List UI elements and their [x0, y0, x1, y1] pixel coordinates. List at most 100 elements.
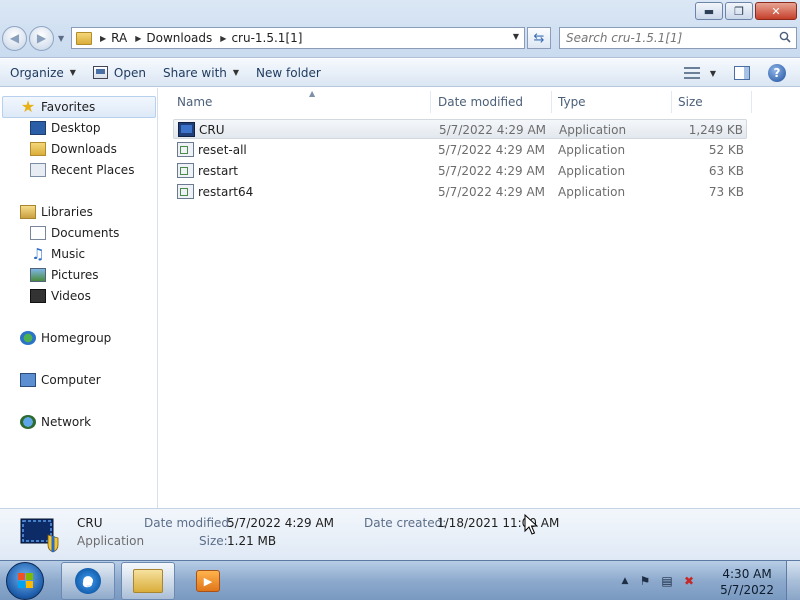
recent-pages-dropdown[interactable]: ▼ [58, 34, 64, 43]
system-clock[interactable]: 4:30 AM 5/7/2022 [720, 566, 774, 598]
details-date-modified: 5/7/2022 4:29 AM [227, 516, 335, 530]
start-button[interactable] [6, 562, 44, 600]
share-with-button[interactable]: Share with ▼ [153, 61, 246, 85]
downloads-folder-icon [30, 142, 46, 156]
file-date-modified: 5/7/2022 4:29 AM [438, 143, 546, 157]
details-size: 1.21 MB [227, 534, 277, 548]
cru-large-icon [20, 518, 59, 553]
notification-area: ▲ ⚑ ▤ ✖ 4:30 AM 5/7/2022 [610, 561, 800, 600]
search-input[interactable] [566, 31, 766, 45]
music-note-icon: ♫ [31, 245, 45, 263]
details-date-modified-label: Date modified: [144, 516, 234, 530]
breadcrumb-current-folder[interactable]: cru-1.5.1[1] [231, 31, 302, 45]
file-type: Application [558, 185, 626, 199]
forward-button[interactable]: ▶ [29, 25, 54, 51]
breadcrumb-separator-icon[interactable]: ▶ [100, 34, 106, 43]
nav-homegroup[interactable]: Homegroup [20, 331, 111, 345]
file-row[interactable]: CRU 5/7/2022 4:29 AM Application 1,249 K… [173, 119, 747, 139]
open-label: Open [113, 65, 146, 80]
taskbar-internet-explorer[interactable]: e [61, 562, 115, 600]
column-header-name[interactable]: ▲ Name [171, 89, 431, 113]
taskbar-media-player[interactable]: ▶ [181, 562, 235, 600]
command-bar: Organize ▼ Open Share with ▼ New folder … [0, 59, 800, 87]
column-label: Name [177, 95, 213, 109]
nav-label: Pictures [51, 268, 99, 282]
back-button[interactable]: ◀ [2, 25, 27, 51]
file-type: Application [559, 123, 627, 137]
maximize-button[interactable]: ❐ [725, 2, 753, 20]
organize-button[interactable]: Organize ▼ [0, 61, 83, 85]
nav-label: Libraries [41, 205, 93, 219]
show-hidden-icons-icon[interactable]: ▲ [618, 574, 632, 588]
nav-label: Documents [51, 226, 120, 240]
minimize-button[interactable]: ▬ [695, 2, 723, 20]
column-header-size[interactable]: Size [672, 91, 752, 113]
show-desktop-button[interactable] [786, 561, 800, 600]
nav-pictures[interactable]: Pictures [30, 268, 99, 282]
search-icon[interactable] [779, 31, 791, 43]
file-row[interactable]: reset-all 5/7/2022 4:29 AM Application 5… [173, 140, 747, 160]
search-box [559, 27, 797, 49]
open-program-icon [92, 66, 108, 79]
nav-downloads[interactable]: Downloads [30, 142, 117, 156]
back-arrow-icon: ◀ [9, 31, 20, 45]
application-icon [177, 163, 194, 178]
new-folder-label: New folder [256, 65, 321, 80]
navigation-pane: ★ Favorites Desktop Downloads Recent Pla… [0, 88, 158, 508]
change-view-icon[interactable] [683, 67, 700, 79]
nav-desktop[interactable]: Desktop [30, 121, 101, 135]
volume-muted-icon[interactable]: ✖ [682, 574, 696, 588]
details-file-kind: Application [77, 534, 145, 548]
file-row[interactable]: restart64 5/7/2022 4:29 AM Application 7… [173, 182, 747, 202]
recent-places-icon [30, 163, 46, 177]
file-row[interactable]: restart 5/7/2022 4:29 AM Application 63 … [173, 161, 747, 181]
column-label: Date modified [438, 95, 524, 109]
breadcrumb-separator-icon[interactable]: ▶ [135, 34, 141, 43]
nav-computer[interactable]: Computer [20, 373, 101, 387]
file-size: 52 KB [708, 143, 744, 157]
nav-videos[interactable]: Videos [30, 289, 91, 303]
column-header-date-modified[interactable]: Date modified [432, 91, 552, 113]
sort-ascending-icon: ▲ [309, 89, 316, 98]
breadcrumb-downloads[interactable]: Downloads [146, 31, 212, 45]
address-bar[interactable]: ▶ RA ▶ Downloads ▶ cru-1.5.1[1] ▼ [71, 27, 525, 49]
file-name: reset-all [198, 143, 247, 157]
windows-explorer-icon [133, 569, 163, 593]
address-history-dropdown[interactable]: ▼ [513, 32, 519, 41]
breadcrumb-separator-icon[interactable]: ▶ [220, 34, 226, 43]
refresh-button[interactable]: ⇆ [527, 27, 551, 49]
new-folder-button[interactable]: New folder [246, 61, 328, 85]
nav-network[interactable]: Network [20, 415, 91, 429]
star-icon: ★ [20, 97, 36, 116]
column-header-type[interactable]: Type [552, 91, 672, 113]
nav-recent-places[interactable]: Recent Places [30, 163, 134, 177]
documents-icon [30, 226, 46, 240]
preview-pane-icon[interactable] [734, 66, 750, 80]
desktop-icon [30, 121, 46, 135]
view-options-dropdown[interactable]: ▼ [710, 69, 716, 78]
nav-label: Downloads [51, 142, 117, 156]
help-icon[interactable]: ? [768, 64, 786, 82]
taskbar-windows-explorer[interactable] [121, 562, 175, 600]
action-center-flag-icon[interactable]: ⚑ [638, 574, 652, 588]
nav-libraries[interactable]: Libraries [20, 205, 93, 219]
internet-explorer-icon: e [75, 568, 101, 594]
nav-favorites[interactable]: ★ Favorites [20, 97, 95, 116]
libraries-icon [20, 205, 36, 219]
nav-music[interactable]: ♫ Music [30, 245, 85, 263]
column-label: Type [558, 95, 586, 109]
clock-time: 4:30 AM [722, 567, 772, 581]
close-button[interactable]: ✕ [755, 2, 797, 20]
cru-icon [178, 122, 195, 137]
details-pane: CRU Application Date modified: 5/7/2022 … [0, 508, 800, 560]
open-button[interactable]: Open [83, 61, 153, 85]
title-bar: ▬ ❐ ✕ ◀ ▶ ▼ ▶ RA ▶ Downloads ▶ cru-1.5.1… [0, 0, 800, 58]
media-player-icon: ▶ [196, 570, 220, 592]
network-status-icon[interactable]: ▤ [660, 574, 674, 588]
file-name: CRU [199, 123, 225, 137]
nav-documents[interactable]: Documents [30, 226, 119, 240]
nav-label: Homegroup [41, 331, 112, 345]
window-controls: ▬ ❐ ✕ [693, 2, 797, 20]
details-file-name: CRU [77, 516, 103, 530]
breadcrumb-ra[interactable]: RA [111, 31, 127, 45]
